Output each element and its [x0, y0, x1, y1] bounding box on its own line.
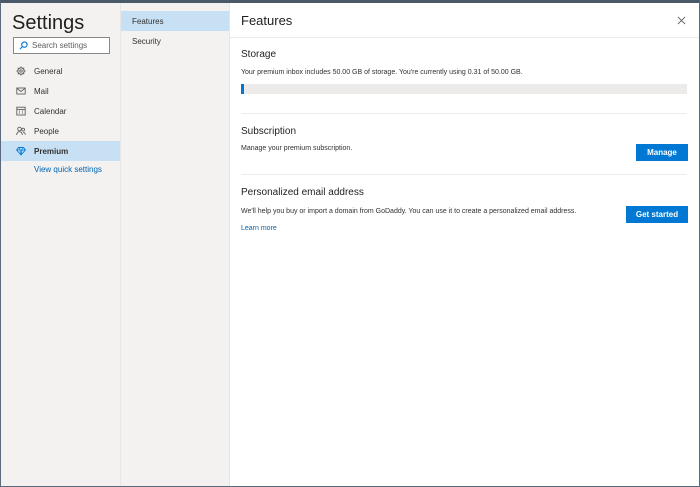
settings-title: Settings: [12, 12, 85, 34]
nav-item-general[interactable]: General: [1, 61, 120, 81]
get-started-button[interactable]: Get started: [626, 206, 688, 223]
nav-item-label: People: [34, 126, 59, 136]
diamond-icon: [15, 146, 26, 157]
nav-item-label: Mail: [34, 86, 49, 96]
subscription-heading: Subscription: [241, 126, 297, 137]
nav-list: General Mail Calendar People Premium: [1, 61, 120, 161]
manage-button[interactable]: Manage: [636, 144, 688, 161]
settings-nav: Settings General Mail: [1, 3, 121, 486]
nav-item-premium[interactable]: Premium: [1, 141, 120, 161]
view-quick-settings-link[interactable]: View quick settings: [34, 165, 102, 174]
close-button[interactable]: [677, 16, 686, 25]
search-input[interactable]: [32, 41, 112, 50]
people-icon: [15, 126, 26, 137]
search-icon: [19, 41, 28, 50]
nav-item-label: Calendar: [34, 106, 67, 116]
storage-progress-fill: [241, 84, 244, 94]
subscription-description: Manage your premium subscription.: [241, 145, 353, 152]
divider: [241, 174, 687, 175]
features-panel: Features Storage Your premium inbox incl…: [230, 3, 699, 486]
nav-item-label: Premium: [34, 146, 69, 156]
gear-icon: [15, 66, 26, 77]
subnav-item-features[interactable]: Features: [121, 11, 229, 31]
nav-item-label: General: [34, 66, 63, 76]
subnav-item-security[interactable]: Security: [121, 31, 229, 51]
email-heading: Personalized email address: [241, 187, 364, 198]
nav-item-mail[interactable]: Mail: [1, 81, 120, 101]
storage-heading: Storage: [241, 49, 277, 60]
storage-progress-bar: [241, 84, 687, 94]
divider: [230, 37, 699, 38]
search-box[interactable]: [13, 37, 112, 54]
envelope-icon: [15, 86, 26, 97]
calendar-icon: [15, 106, 26, 117]
nav-item-people[interactable]: People: [1, 121, 120, 141]
premium-subnav: Features Security: [121, 3, 230, 486]
email-description: We'll help you buy or import a domain fr…: [241, 208, 577, 215]
divider: [241, 113, 687, 114]
close-icon: [677, 16, 686, 25]
storage-description: Your premium inbox includes 50.00 GB of …: [241, 69, 523, 76]
learn-more-link[interactable]: Learn more: [241, 225, 277, 232]
settings-window: Settings General Mail: [0, 0, 700, 487]
nav-item-calendar[interactable]: Calendar: [1, 101, 120, 121]
page-title: Features: [241, 13, 293, 28]
